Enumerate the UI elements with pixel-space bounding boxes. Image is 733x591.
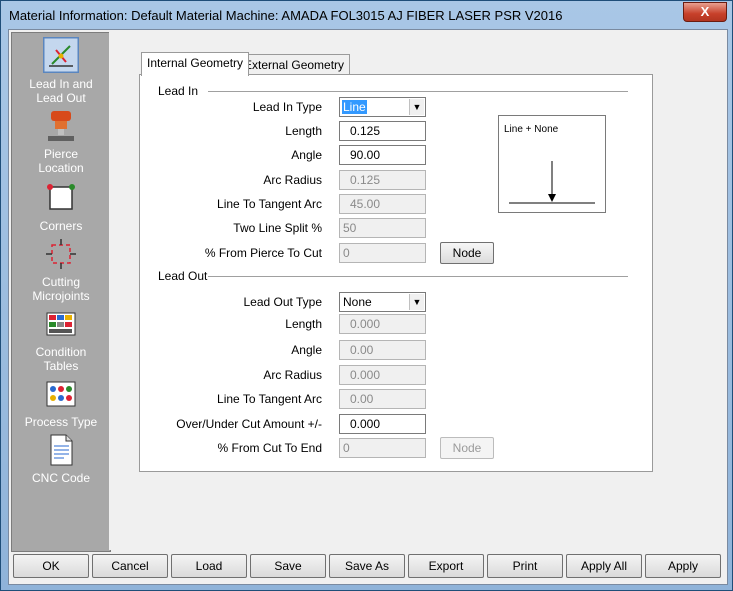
lead-in-type-value: Line	[342, 100, 367, 114]
sidebar-item-label: Microjoints	[32, 289, 90, 303]
sidebar-item-label: Cutting	[41, 275, 81, 289]
save-button[interactable]: Save	[250, 554, 326, 578]
client-area: Lead In and Lead Out Pierce Location Cor…	[8, 29, 728, 585]
cutting-microjoints-icon	[46, 239, 76, 269]
tab-external-geometry[interactable]: External Geometry	[238, 54, 351, 75]
condition-tables-icon	[46, 312, 76, 336]
lead-out-length-label: Length	[285, 317, 322, 331]
lead-out-cut-to-end-field: 0	[339, 438, 426, 458]
tab-internal-geometry[interactable]: Internal Geometry	[141, 52, 250, 76]
lead-preview-box: Line + None	[498, 115, 606, 213]
lead-in-arc-radius-label: Arc Radius	[263, 173, 322, 187]
lead-out-cut-to-end-label: % From Cut To End	[217, 441, 322, 455]
lead-out-overcut-label: Over/Under Cut Amount +/-	[176, 417, 322, 431]
lead-in-type-label: Lead In Type	[252, 100, 322, 114]
internal-geometry-panel: Lead In Lead In Type Line ▼ Length 0.125…	[139, 74, 653, 472]
sidebar-item-label: Corners	[39, 219, 83, 233]
cancel-button[interactable]: Cancel	[92, 554, 168, 578]
lead-in-angle-label: Angle	[291, 148, 322, 162]
ok-button[interactable]: OK	[13, 554, 89, 578]
lead-out-line-tangent-label: Line To Tangent Arc	[217, 392, 322, 406]
chevron-down-icon[interactable]: ▼	[409, 294, 424, 310]
lead-out-overcut-field[interactable]: 0.000	[339, 414, 426, 434]
cnc-code-icon	[50, 434, 73, 466]
sidebar-item-condition-tables[interactable]: Condition Tables	[12, 307, 110, 373]
apply-button[interactable]: Apply	[645, 554, 721, 578]
lead-in-pierce-to-cut-label: % From Pierce To Cut	[204, 246, 322, 260]
lead-in-two-line-split-label: Two Line Split %	[233, 221, 322, 235]
lead-out-divider	[208, 276, 628, 278]
lead-out-arc-radius-label: Arc Radius	[263, 368, 322, 382]
apply-all-button[interactable]: Apply All	[566, 554, 642, 578]
save-as-button[interactable]: Save As	[329, 554, 405, 578]
title-bar: Material Information: Default Material M…	[1, 1, 732, 29]
chevron-down-icon[interactable]: ▼	[409, 99, 424, 115]
lead-in-lead-out-icon	[43, 37, 79, 73]
lead-in-arc-radius-field: 0.125	[339, 170, 426, 190]
lead-out-type-label: Lead Out Type	[243, 295, 322, 309]
material-information-window: Material Information: Default Material M…	[0, 0, 733, 591]
lead-in-line-tangent-field: 45.00	[339, 194, 426, 214]
lead-in-pierce-to-cut-field: 0	[339, 243, 426, 263]
corners-icon	[47, 184, 75, 210]
lead-in-two-line-split-field: 50	[339, 218, 426, 238]
window-title: Material Information: Default Material M…	[9, 8, 563, 23]
sidebar-item-corners[interactable]: Corners	[12, 181, 110, 233]
close-icon: X	[700, 4, 710, 19]
sidebar-item-label: Process Type	[24, 415, 98, 429]
print-button[interactable]: Print	[487, 554, 563, 578]
sidebar-item-label: CNC Code	[31, 471, 91, 485]
tab-label: External Geometry	[244, 58, 345, 72]
sidebar-item-lead-in-lead-out[interactable]: Lead In and Lead Out	[12, 37, 110, 105]
lead-in-type-select[interactable]: Line ▼	[339, 97, 426, 117]
lead-in-length-field[interactable]: 0.125	[339, 121, 426, 141]
lead-in-length-label: Length	[285, 124, 322, 138]
lead-in-group-title: Lead In	[158, 84, 199, 98]
sidebar-item-label: Lead Out	[36, 91, 86, 105]
lead-in-node-button[interactable]: Node	[440, 242, 494, 264]
lead-out-line-tangent-field: 0.00	[339, 389, 426, 409]
sidebar: Lead In and Lead Out Pierce Location Cor…	[11, 32, 111, 552]
sidebar-item-label: Tables	[43, 359, 79, 373]
lead-out-group-title: Lead Out	[158, 269, 208, 283]
sidebar-item-cutting-microjoints[interactable]: Cutting Microjoints	[12, 237, 110, 303]
sidebar-item-label: Pierce	[43, 147, 78, 161]
sidebar-item-cnc-code[interactable]: CNC Code	[12, 433, 110, 485]
lead-preview-diagram	[509, 161, 595, 204]
load-button[interactable]: Load	[171, 554, 247, 578]
lead-out-type-select[interactable]: None ▼	[339, 292, 426, 312]
bottom-button-bar: OK Cancel Load Save Save As Export Print…	[11, 552, 725, 582]
sidebar-item-process-type[interactable]: Process Type	[12, 377, 110, 429]
lead-out-arc-radius-field: 0.000	[339, 365, 426, 385]
sidebar-item-pierce-location[interactable]: Pierce Location	[12, 109, 110, 175]
sidebar-item-label: Lead In and	[29, 77, 93, 91]
lead-in-divider	[208, 91, 628, 93]
pierce-location-icon	[48, 111, 74, 141]
lead-out-angle-field: 0.00	[339, 340, 426, 360]
sidebar-item-label: Location	[38, 161, 84, 175]
lead-out-length-field: 0.000	[339, 314, 426, 334]
lead-in-line-tangent-label: Line To Tangent Arc	[217, 197, 322, 211]
lead-out-angle-label: Angle	[291, 343, 322, 357]
export-button[interactable]: Export	[408, 554, 484, 578]
lead-out-type-value: None	[343, 295, 372, 309]
main-panel: Internal Geometry External Geometry Lead…	[109, 32, 721, 550]
close-button[interactable]: X	[683, 2, 727, 22]
lead-in-angle-field[interactable]: 90.00	[339, 145, 426, 165]
tab-label: Internal Geometry	[147, 56, 244, 70]
process-type-icon	[46, 381, 76, 407]
lead-out-node-button[interactable]: Node	[440, 437, 494, 459]
sidebar-item-label: Condition	[35, 345, 87, 359]
